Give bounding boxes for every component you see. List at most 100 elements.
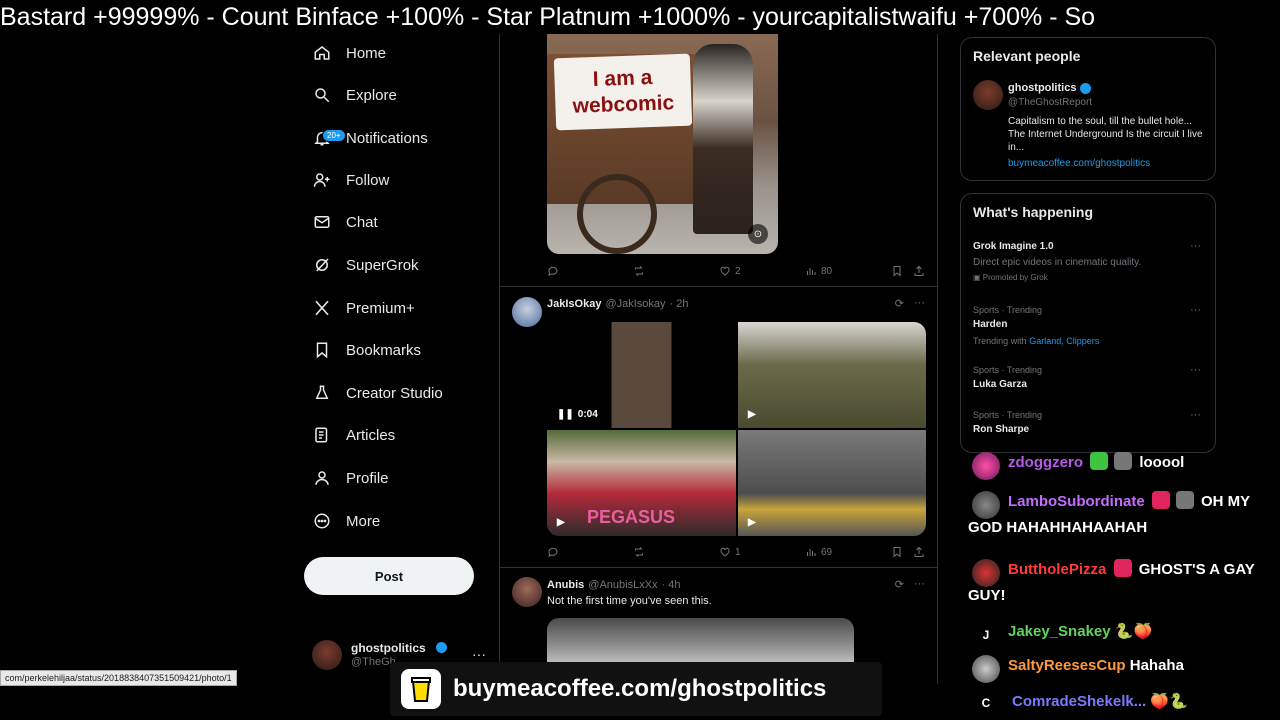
webcomic-sign: I am a webcomic [553,53,693,131]
sign-line-1: I am a [592,65,653,92]
avatar: J [972,621,1000,649]
nav-item-premium[interactable]: Premium+ [312,290,415,326]
tweet-author-name[interactable]: Anubis [547,579,584,591]
nav-item-notifications[interactable]: 20+ Notifications [312,120,428,156]
chat-message: J Jakey_Snakey 🐍🍑 [968,619,1280,649]
x-logo-icon [312,298,332,318]
play-icon[interactable]: ▶ [748,409,756,420]
tweet-time[interactable]: · 2h [670,298,689,310]
chat-username: SaltyReesesCup [1008,657,1126,674]
tweet-actions: 1 69 [547,544,927,560]
trend-with: Trending with Garland, Clippers [973,336,1099,346]
badge-icon [1114,452,1133,470]
promo-by: ▣ Promoted by Grok [973,273,1048,282]
nav-item-chat[interactable]: Chat [312,204,378,240]
trend-name: Harden [973,319,1008,330]
tweet-author-handle[interactable]: @AnubisLxXx [588,579,657,591]
avatar[interactable] [512,297,542,327]
tweet-actions: 2 80 [547,263,927,279]
media-video-2[interactable]: ▶ [738,322,926,428]
peach-emoji-icon: 🍑 [1150,693,1170,710]
nav-item-profile[interactable]: Profile [312,460,389,496]
tweet-author-handle[interactable]: @JakIsokay [605,298,665,310]
avatar [972,559,1000,587]
like-count: 2 [735,265,741,277]
nav-item-bookmarks[interactable]: Bookmarks [312,332,421,368]
nav-item-articles[interactable]: Articles [312,417,395,453]
trend-name: Luka Garza [973,379,1027,390]
grok-icon[interactable]: ⟳ [895,297,904,310]
person-handle[interactable]: @TheGhostReport [1008,97,1092,108]
reply-icon[interactable] [547,546,559,558]
bookmark-icon[interactable] [891,546,903,558]
video-time: 0:04 [577,409,598,420]
media-video-3[interactable]: ▶ PEGASUS [547,430,736,536]
trend-with-link[interactable]: Garland, Clippers [1029,336,1099,346]
person-add-icon [312,170,332,190]
nav-item-home[interactable]: Home [312,35,386,71]
media-video-4[interactable]: ▶ [738,430,926,536]
avatar[interactable] [973,80,1003,110]
nav-item-supergrok[interactable]: SuperGrok [312,247,419,283]
tweet-header-icons: ⟳ ··· [895,578,925,591]
person-name[interactable]: ghostpolitics [1008,82,1076,94]
status-bar-url: com/perkelehiljaa/status/201883840735150… [0,670,237,686]
gif-settings-icon[interactable]: ⊙ [748,224,768,244]
play-icon[interactable]: ▶ [748,517,756,528]
bio-link[interactable]: buymeacoffee.com/ghostpolitics [1008,158,1150,169]
person-icon [312,468,332,488]
more-icon[interactable]: ··· [1190,409,1201,421]
reply-icon[interactable] [547,265,559,277]
nav-item-follow[interactable]: Follow [312,162,389,198]
retweet-icon[interactable] [633,265,645,277]
tweet-time[interactable]: · 4h [662,579,681,591]
nav-item-more[interactable]: More [312,503,380,539]
ticker-text: Bastard +99999% - Count Binface +100% - … [0,3,1096,31]
retweet-icon[interactable] [633,546,645,558]
bookmark-icon[interactable] [891,265,903,277]
post-button[interactable]: Post [304,557,474,595]
video-pause-control[interactable]: ❚❚ 0:04 [557,409,598,420]
coffee-cup-icon [401,669,441,709]
badge-icon [1090,452,1109,470]
views-button[interactable]: 80 [805,265,832,277]
views-button[interactable]: 69 [805,546,832,558]
like-button[interactable]: 1 [719,546,741,558]
tweet-media-gif[interactable]: I am a webcomic ⊙ [547,34,778,254]
more-icon[interactable]: ··· [1190,364,1201,376]
avatar [972,655,1000,683]
more-icon[interactable]: ··· [1190,304,1201,316]
grok-icon[interactable]: ⟳ [895,578,904,591]
relevant-people-card: Relevant people ghostpolitics @TheGhostR… [960,37,1216,181]
share-icon[interactable] [913,265,925,277]
view-count: 69 [821,546,833,558]
pause-icon: ❚❚ [557,409,574,420]
account-name: ghostpolitics [351,641,426,655]
account-menu-icon[interactable]: ··· [472,646,486,662]
nav-item-explore[interactable]: Explore [312,77,397,113]
mail-icon [312,212,332,232]
promoted-label: Promoted by Grok [982,273,1048,282]
share-icon[interactable] [913,546,925,558]
snake-emoji-icon: 🐍 [1169,693,1188,710]
more-icon[interactable]: ··· [914,578,925,591]
nav-label: Explore [346,86,397,104]
grok-icon [312,255,332,275]
card-title: Relevant people [973,48,1081,64]
peach-emoji-icon: 🍑 [1133,623,1153,640]
tweet-author-name[interactable]: JakIsOkay [547,298,601,310]
avatar[interactable] [512,577,542,607]
nav-label: Bookmarks [346,341,422,359]
avatar [972,491,1000,519]
nav-label: Follow [346,171,390,189]
promo-description: Direct epic videos in cinematic quality. [973,257,1142,268]
more-icon[interactable]: ··· [1190,240,1201,252]
play-icon[interactable]: ▶ [557,517,565,528]
nav-item-creator-studio[interactable]: Creator Studio [312,375,443,411]
tweet-header-icons: ⟳ ··· [895,297,925,310]
stream-chat-overlay: zdoggzero looool LamboSubordinate OH MY … [968,445,1280,720]
like-button[interactable]: 2 [719,265,741,277]
media-video-1[interactable]: ❚❚ 0:04 [547,322,736,428]
nav-label: More [346,512,381,530]
more-icon[interactable]: ··· [914,297,925,310]
